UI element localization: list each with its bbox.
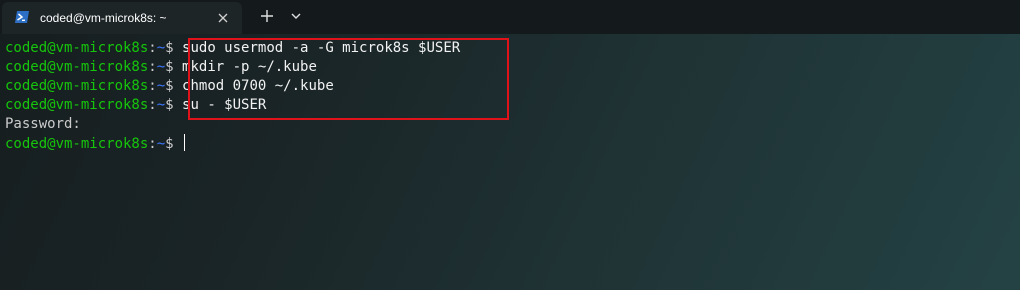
terminal-line-current[interactable]: coded@vm-microk8s:~$ xyxy=(5,134,186,153)
tab-active[interactable]: coded@vm-microk8s: ~ xyxy=(2,2,242,34)
close-icon[interactable] xyxy=(215,10,231,26)
tab-title: coded@vm-microk8s: ~ xyxy=(40,11,167,25)
prompt-user: coded@vm-microk8s xyxy=(5,97,149,113)
command-text: su - $USER xyxy=(182,97,267,113)
prompt-path: ~ xyxy=(156,136,166,152)
terminal-line: coded@vm-microk8s:~$ sudo usermod -a -G … xyxy=(5,40,461,56)
prompt-user: coded@vm-microk8s xyxy=(5,40,149,56)
text-cursor xyxy=(184,134,186,151)
terminal-line: coded@vm-microk8s:~$ chmod 0700 ~/.kube xyxy=(5,78,334,94)
terminal-line: coded@vm-microk8s:~$ su - $USER xyxy=(5,97,267,113)
command-text: chmod 0700 ~/.kube xyxy=(182,78,334,94)
prompt-user: coded@vm-microk8s xyxy=(5,78,149,94)
terminal-window: coded@vm-microk8s: ~ coded@vm-microk8s:~… xyxy=(0,0,1020,290)
plus-icon[interactable] xyxy=(257,6,277,26)
prompt-user: coded@vm-microk8s xyxy=(5,59,149,75)
prompt-path: ~ xyxy=(156,40,166,56)
password-prompt: Password: xyxy=(5,116,81,132)
terminal-output[interactable]: coded@vm-microk8s:~$ sudo usermod -a -G … xyxy=(0,34,1020,290)
tab-bar: coded@vm-microk8s: ~ xyxy=(0,0,1020,34)
prompt-path: ~ xyxy=(156,78,166,94)
command-text: sudo usermod -a -G microk8s $USER xyxy=(182,40,461,56)
prompt-user: coded@vm-microk8s xyxy=(5,136,149,152)
command-text: mkdir -p ~/.kube xyxy=(182,59,317,75)
powershell-terminal-icon xyxy=(15,11,29,23)
chevron-down-icon[interactable] xyxy=(287,7,305,25)
terminal-line: coded@vm-microk8s:~$ mkdir -p ~/.kube xyxy=(5,59,317,75)
prompt-path: ~ xyxy=(156,97,166,113)
prompt-path: ~ xyxy=(156,59,166,75)
